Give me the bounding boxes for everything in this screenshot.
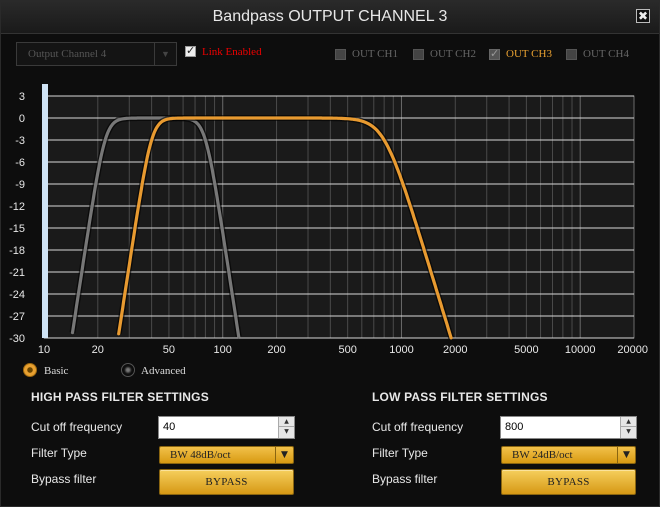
lp-cutoff-stepper[interactable]: ▲ ▼: [620, 417, 636, 438]
x-tick-label: 1000: [389, 344, 413, 356]
stepper-up-icon[interactable]: ▲: [279, 417, 294, 427]
hp-cutoff-value: 40: [163, 421, 176, 433]
x-tick-label: 500: [338, 344, 356, 356]
chevron-down-icon[interactable]: ▼: [154, 43, 176, 65]
lp-filter-type-label: Filter Type: [372, 446, 428, 460]
window-title: Bandpass OUTPUT CHANNEL 3: [212, 8, 448, 25]
x-tick-label: 50: [163, 344, 175, 356]
y-tick-label: -3: [15, 135, 25, 147]
chevron-down-icon[interactable]: ▼: [617, 447, 635, 463]
channel-select-value: Output Channel 4: [28, 48, 107, 60]
x-tick-label: 10: [38, 344, 50, 356]
hp-bypass-button-label: BYPASS: [205, 476, 248, 488]
channel-toolbar: Output Channel 4 ▼ ✓ Link Enabled OUT CH…: [1, 39, 659, 69]
hp-cutoff-input[interactable]: 40 ▲ ▼: [158, 416, 295, 439]
y-tick-label: -30: [9, 333, 25, 345]
x-tick-label: 5000: [514, 344, 538, 356]
y-tick-label: -18: [9, 245, 25, 257]
out-ch4-label: OUT CH4: [583, 48, 629, 60]
frequency-response-chart: 3 0 -3 -6 -9 -12 -15 -18 -21 -24 -27 -30 10 20 50 100 20…: [1, 81, 659, 361]
chevron-down-icon[interactable]: ▼: [275, 447, 293, 463]
lp-bypass-button[interactable]: BYPASS: [501, 469, 636, 495]
close-icon[interactable]: ✖: [636, 9, 650, 23]
x-tick-label: 2000: [443, 344, 467, 356]
out-ch4-checkbox[interactable]: [566, 49, 577, 60]
y-tick-label: -24: [9, 289, 25, 301]
bandpass-dialog: Bandpass OUTPUT CHANNEL 3 ✖ Output Chann…: [0, 0, 660, 507]
x-tick-label: 10000: [565, 344, 596, 356]
hp-bypass-button[interactable]: BYPASS: [159, 469, 294, 495]
chart-svg: 3 0 -3 -6 -9 -12 -15 -18 -21 -24 -27 -30 10 20 50 100 20…: [9, 84, 648, 356]
channel-select[interactable]: Output Channel 4 ▼: [16, 42, 177, 66]
x-tick-label: 100: [214, 344, 232, 356]
y-tick-label: -27: [9, 311, 25, 323]
stepper-down-icon[interactable]: ▼: [279, 427, 294, 437]
stepper-down-icon[interactable]: ▼: [621, 427, 636, 437]
lp-bypass-button-label: BYPASS: [547, 476, 590, 488]
lp-bypass-label: Bypass filter: [372, 472, 438, 486]
lp-cutoff-value: 800: [505, 421, 524, 433]
out-ch3-checkbox[interactable]: ✓: [489, 47, 500, 60]
y-tick-label: 3: [19, 91, 25, 103]
hp-filter-type-value: BW 48dB/oct: [170, 449, 231, 461]
out-ch1-label: OUT CH1: [352, 48, 398, 60]
y-tick-label: -21: [9, 267, 25, 279]
mode-selector: Basic Advanced: [1, 363, 659, 383]
stepper-up-icon[interactable]: ▲: [621, 417, 636, 427]
y-tick-label: -9: [15, 179, 25, 191]
out-ch1-checkbox[interactable]: [335, 49, 346, 60]
hp-cutoff-stepper[interactable]: ▲ ▼: [278, 417, 294, 438]
x-tick-label: 20000: [617, 344, 648, 356]
basic-radio[interactable]: [23, 363, 37, 377]
x-tick-label: 200: [267, 344, 285, 356]
high-pass-heading: HIGH PASS FILTER SETTINGS: [31, 390, 209, 404]
advanced-label: Advanced: [141, 365, 186, 377]
y-tick-label: 0: [19, 113, 25, 125]
hp-filter-type-select[interactable]: BW 48dB/oct ▼: [159, 446, 294, 464]
y-tick-label: -12: [9, 201, 25, 213]
lp-filter-type-select[interactable]: BW 24dB/oct ▼: [501, 446, 636, 464]
y-tick-label: -15: [9, 223, 25, 235]
hp-cutoff-label: Cut off frequency: [31, 420, 123, 434]
out-ch3-label: OUT CH3: [506, 48, 552, 60]
check-icon: ✓: [490, 47, 500, 60]
low-pass-heading: LOW PASS FILTER SETTINGS: [372, 390, 548, 404]
advanced-radio[interactable]: [121, 363, 135, 377]
hp-filter-type-label: Filter Type: [31, 446, 87, 460]
lp-cutoff-label: Cut off frequency: [372, 420, 464, 434]
check-icon: ✓: [186, 44, 196, 57]
link-enabled-label: Link Enabled: [202, 46, 262, 58]
x-tick-label: 20: [92, 344, 104, 356]
link-enabled-checkbox[interactable]: ✓: [185, 44, 196, 57]
y-tick-label: -6: [15, 157, 25, 169]
lp-cutoff-input[interactable]: 800 ▲ ▼: [500, 416, 637, 439]
title-bar: Bandpass OUTPUT CHANNEL 3 ✖: [1, 1, 659, 34]
hp-bypass-label: Bypass filter: [31, 472, 97, 486]
plot-area: [43, 95, 635, 339]
lp-filter-type-value: BW 24dB/oct: [512, 449, 573, 461]
level-meter: [42, 84, 48, 338]
out-ch2-checkbox[interactable]: [413, 49, 424, 60]
out-ch2-label: OUT CH2: [430, 48, 476, 60]
basic-label: Basic: [44, 365, 69, 377]
